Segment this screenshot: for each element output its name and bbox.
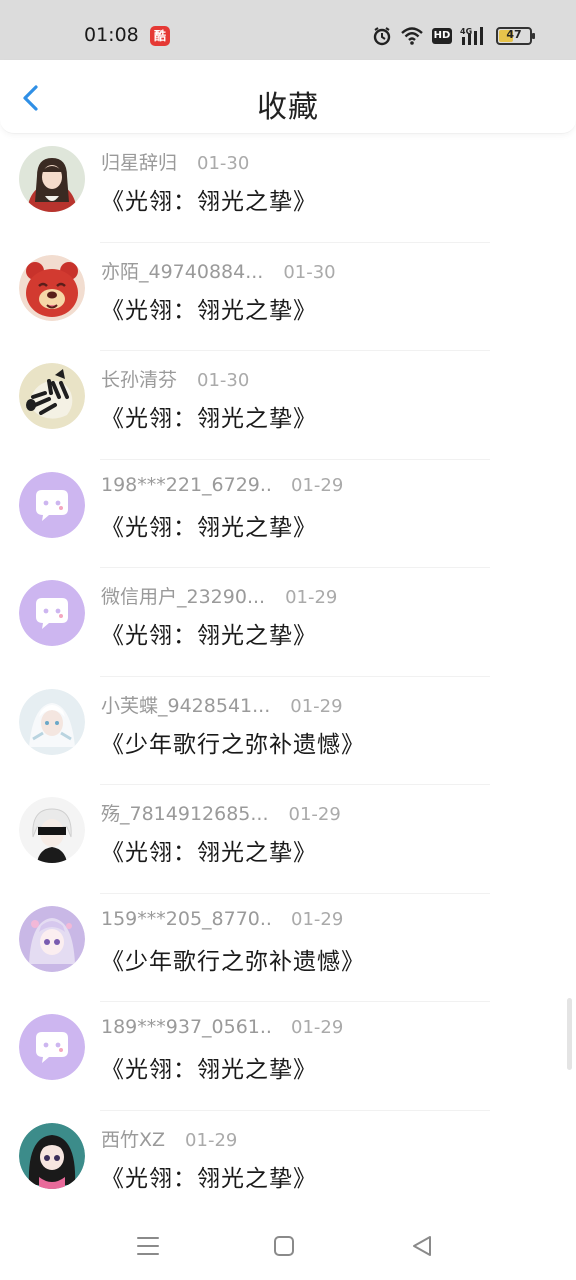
book-title: 《少年歌行之弥补遗憾》 [101,948,365,975]
book-title: 《光翎：翎光之挚》 [101,1165,317,1192]
username: 长孙清芬 [101,369,178,391]
dark-hair-anime-avatar [19,1122,85,1189]
app-notification-icon: 酷 [150,26,170,46]
item-meta: 殇_7814912685... 01-29 [101,799,341,826]
avatar[interactable] [19,254,85,321]
favorite-list-item[interactable]: 微信用户_23290... 01-29 《光翎：翎光之挚》 [0,568,576,677]
item-meta: 归星辞归 01-30 [101,148,249,175]
avatar[interactable] [19,905,85,972]
anime-girl-avatar [19,146,85,212]
favorites-list: 归星辞归 01-30 《光翎：翎光之挚》 亦陌_49740884... 01-30 《光翎… [0,134,576,1219]
date: 01-29 [185,1129,238,1151]
favorite-list-item[interactable]: 小芙蝶_9428541... 01-29 《少年歌行之弥补遗憾》 [0,677,576,785]
alarm-icon [373,27,391,46]
username: 159***205_8770... [101,907,271,930]
item-meta: 长孙清芬 01-30 [101,365,249,392]
favorite-list-item[interactable]: 198***221_6729... 01-29 《光翎：翎光之挚》 [0,460,576,568]
date: 01-29 [291,1017,344,1038]
avatar[interactable] [19,797,85,863]
book-title: 《少年歌行之弥补遗憾》 [101,731,365,758]
date: 01-29 [285,587,338,608]
favorite-list-item[interactable]: 长孙清芬 01-30 《光翎：翎光之挚》 [0,351,576,460]
hd-icon: HD [432,28,452,44]
item-meta: 微信用户_23290... 01-29 [101,582,337,609]
favorite-list-item[interactable]: 159***205_8770... 01-29 《少年歌行之弥补遗憾》 [0,894,576,1002]
blindfold-avatar [19,797,85,863]
default-chat-avatar [19,580,85,646]
home-square-icon [274,1236,294,1256]
red-bear-avatar [19,254,85,321]
book-title: 《光翎：翎光之挚》 [101,297,317,324]
wifi-icon [401,27,423,45]
date: 01-29 [291,474,344,496]
date: 01-30 [197,153,250,174]
status-bar: 01:08 酷 HD 4G 47 [0,0,576,60]
book-title: 《光翎：翎光之挚》 [101,514,317,541]
book-title: 《光翎：翎光之挚》 [101,623,317,649]
username: 殇_7814912685... [101,803,269,825]
battery-icon: 47 [496,27,535,45]
home-button[interactable] [268,1230,300,1262]
avatar[interactable] [19,146,85,212]
avatar[interactable] [19,471,85,538]
menu-button[interactable] [132,1230,164,1262]
item-meta: 189***937_0561... 01-29 [101,1016,343,1038]
back-triangle-icon [413,1236,431,1256]
item-meta: 159***205_8770... 01-29 [101,908,343,930]
header: 收藏 [0,60,576,134]
purple-anime-avatar [19,905,85,972]
avatar[interactable] [19,580,85,646]
status-icons: HD 4G 47 [372,24,535,48]
zebra-avatar [19,363,85,429]
signal-icon: 4G [460,27,483,45]
book-title: 《光翎：翎光之挚》 [101,1057,317,1083]
scrollbar[interactable] [567,998,572,1070]
back-nav-button[interactable] [406,1230,438,1262]
book-title: 《光翎：翎光之挚》 [101,406,317,432]
menu-icon [137,1237,159,1255]
status-time: 01:08 [84,24,139,46]
username: 微信用户_23290... [101,586,266,608]
avatar[interactable] [19,688,85,755]
avatar[interactable] [19,1122,85,1189]
favorite-list-item[interactable]: 西竹XZ 01-29 《光翎：翎光之挚》 [0,1111,576,1219]
favorite-list-item[interactable]: 189***937_0561... 01-29 《光翎：翎光之挚》 [0,1002,576,1111]
date: 01-29 [291,908,344,930]
battery-level: 47 [506,28,522,41]
white-hair-anime-avatar [19,688,85,755]
favorite-list-item[interactable]: 殇_7814912685... 01-29 《光翎：翎光之挚》 [0,785,576,894]
date: 01-29 [290,695,343,717]
favorite-list-item[interactable]: 亦陌_49740884... 01-30 《光翎：翎光之挚》 [0,243,576,351]
username: 亦陌_49740884... [101,260,264,283]
username: 198***221_6729... [101,473,271,496]
avatar[interactable] [19,363,85,429]
item-meta: 198***221_6729... 01-29 [101,474,343,496]
username: 归星辞归 [101,152,178,174]
avatar[interactable] [19,1014,85,1080]
favorite-list-item[interactable]: 归星辞归 01-30 《光翎：翎光之挚》 [0,134,576,243]
username: 小芙蝶_9428541... [101,694,271,717]
date: 01-29 [288,804,341,825]
username: 西竹XZ [101,1128,166,1151]
username: 189***937_0561... [101,1016,271,1038]
page-title: 收藏 [257,90,319,125]
item-meta: 西竹XZ 01-29 [101,1125,237,1152]
date: 01-30 [197,370,250,391]
default-chat-avatar [19,471,85,538]
book-title: 《光翎：翎光之挚》 [101,840,317,866]
item-meta: 亦陌_49740884... 01-30 [101,257,336,284]
item-meta: 小芙蝶_9428541... 01-29 [101,691,343,718]
system-nav-bar [0,1212,576,1280]
book-title: 《光翎：翎光之挚》 [101,189,317,215]
default-chat-avatar [19,1014,85,1080]
date: 01-30 [283,261,336,283]
